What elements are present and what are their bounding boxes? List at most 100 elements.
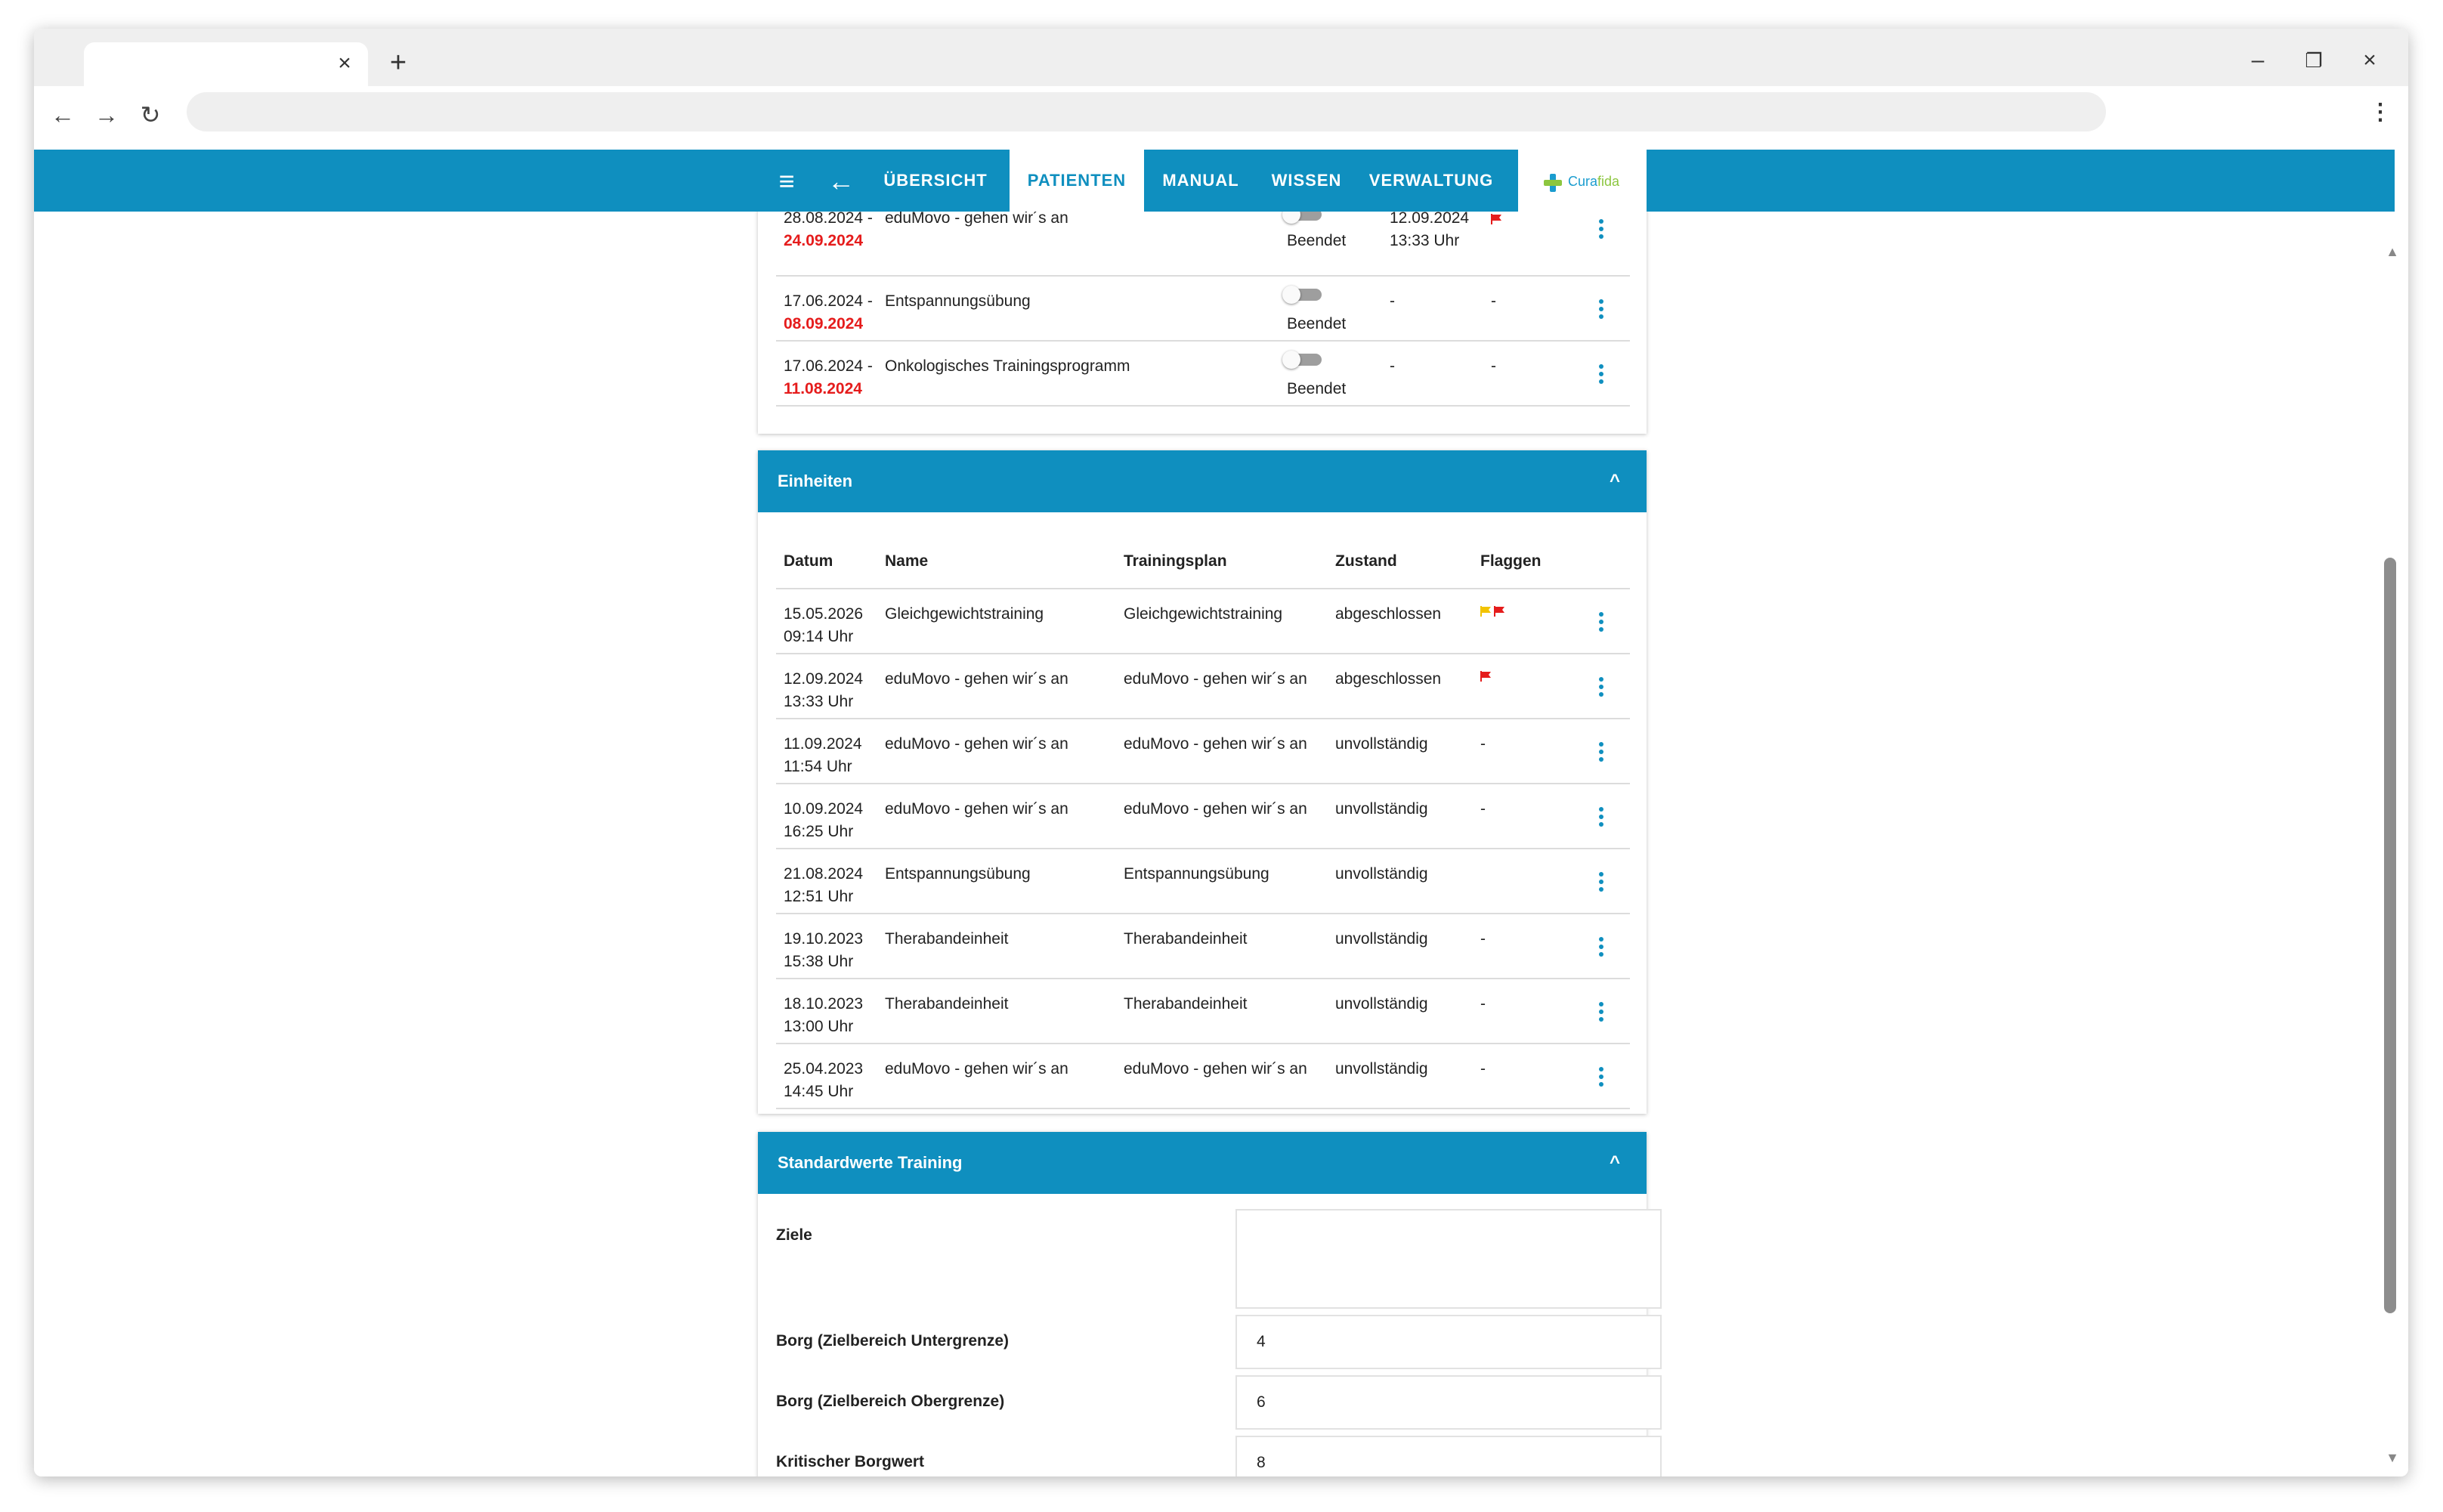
browser-menu-icon[interactable]: ⋮ (2369, 101, 2392, 124)
new-tab-icon[interactable]: + (382, 47, 415, 80)
row-more-icon[interactable] (1597, 872, 1606, 895)
borg-obergrenze-input[interactable]: 6 (1235, 1375, 1662, 1430)
collapse-chevron-icon[interactable]: ^ (1600, 1132, 1630, 1194)
program-active-toggle[interactable] (1282, 351, 1323, 369)
unit-name: eduMovo - gehen wir´s an (885, 1060, 1068, 1078)
program-status: Beendet (1287, 380, 1347, 397)
column-header-name[interactable]: Name (885, 550, 928, 573)
unit-datetime: 18.10.2023 13:00 Uhr (784, 993, 863, 1038)
table-row[interactable]: 21.08.2024 12:51 Uhr Entspannungsübung Ents… (776, 849, 1630, 914)
ziele-textarea[interactable] (1235, 1209, 1662, 1309)
curafida-logo[interactable]: Curafida (1518, 150, 1647, 212)
program-row: 28.08.2024 -24.09.2024 eduMovo - gehen w… (776, 206, 1630, 277)
unit-date: 12.09.2024 (784, 670, 864, 688)
yellow-flag-icon (1480, 606, 1492, 617)
unit-datetime: 25.04.2023 14:45 Uhr (784, 1058, 863, 1103)
table-row[interactable]: 15.05.2026 09:14 Uhr Gleichgewichtstrainin… (776, 589, 1630, 654)
unit-time: 09:14 Uhr (784, 628, 854, 645)
scroll-up-icon[interactable]: ▲ (2384, 243, 2401, 260)
table-row[interactable]: 19.10.2023 15:38 Uhr Therabandeinheit Thera… (776, 914, 1630, 979)
program-last-date: - (1390, 292, 1395, 310)
minimize-icon[interactable]: – (2239, 45, 2277, 76)
einheiten-card-header[interactable]: Einheiten ^ (758, 450, 1647, 512)
unit-name: eduMovo - gehen wir´s an (885, 670, 1068, 688)
table-row[interactable]: 18.10.2023 13:00 Uhr Therabandeinheit Thera… (776, 979, 1630, 1044)
scrollbar-thumb[interactable] (2384, 558, 2396, 1313)
row-more-icon[interactable] (1597, 1067, 1606, 1090)
row-more-icon[interactable] (1597, 612, 1606, 635)
program-start: 17.06.2024 - (784, 292, 873, 310)
program-last-time: 13:33 Uhr (1390, 232, 1460, 249)
nav-manual[interactable]: MANUAL (1144, 150, 1257, 212)
unit-name: Therabandeinheit (885, 995, 1009, 1013)
unit-name: eduMovo - gehen wir´s an (885, 735, 1068, 753)
unit-state: abgeschlossen (1335, 670, 1442, 688)
program-row: 17.06.2024 - 11.08.2024 Onkologisches Tra… (776, 342, 1630, 407)
window-close-icon[interactable]: × (2351, 45, 2389, 76)
program-last-date: 12.09.2024 (1390, 209, 1470, 227)
hamburger-menu-icon[interactable]: ≡ (770, 165, 803, 198)
unit-date: 10.09.2024 (784, 800, 864, 818)
program-active-toggle[interactable] (1282, 286, 1323, 304)
table-row[interactable]: 10.09.2024 16:25 Uhr eduMovo - gehen wir´s… (776, 784, 1630, 849)
unit-date: 25.04.2023 (784, 1060, 864, 1078)
nav-verwaltung[interactable]: VERWALTUNG (1359, 150, 1503, 212)
nav-uebersicht[interactable]: ÜBERSICHT (879, 150, 992, 212)
nav-wissen[interactable]: WISSEN (1261, 150, 1352, 212)
tab-close-icon[interactable]: × (332, 51, 357, 77)
row-more-icon[interactable] (1597, 807, 1606, 830)
unit-flags: - (1480, 1060, 1486, 1078)
scroll-down-icon[interactable]: ▼ (2384, 1449, 2401, 1466)
back-arrow-icon[interactable]: ← (824, 165, 858, 198)
column-header-trainingsplan[interactable]: Trainingsplan (1124, 550, 1227, 573)
unit-plan: Gleichgewichtstraining (1124, 605, 1283, 623)
column-header-zustand[interactable]: Zustand (1335, 550, 1397, 573)
table-row[interactable]: 11.09.2024 11:54 Uhr eduMovo - gehen wir´s… (776, 719, 1630, 784)
table-row[interactable]: 12.09.2024 13:33 Uhr eduMovo - gehen wir´s… (776, 654, 1630, 719)
restore-icon[interactable]: ❐ (2295, 45, 2333, 76)
red-flag-icon (1494, 606, 1506, 617)
unit-flags: - (1480, 930, 1486, 948)
program-flag-text: - (1491, 357, 1496, 375)
row-more-icon[interactable] (1597, 219, 1606, 242)
unit-date: 15.05.2026 (784, 605, 864, 623)
column-header-flaggen[interactable]: Flaggen (1480, 550, 1542, 573)
program-flag (1491, 209, 1503, 231)
unit-name: Gleichgewichtstraining (885, 605, 1044, 623)
program-row: 17.06.2024 - 08.09.2024 Entspannungsübung… (776, 277, 1630, 342)
unit-datetime: 10.09.2024 16:25 Uhr (784, 798, 863, 843)
unit-flags: - (1480, 735, 1486, 753)
row-more-icon[interactable] (1597, 364, 1606, 387)
row-more-icon[interactable] (1597, 937, 1606, 960)
row-more-icon[interactable] (1597, 1002, 1606, 1025)
unit-flags: - (1480, 995, 1486, 1013)
unit-state: unvollständig (1335, 930, 1428, 948)
table-row[interactable]: 25.04.2023 14:45 Uhr eduMovo - gehen wir´s… (776, 1044, 1630, 1109)
kritischer-borgwert-input[interactable]: 8 (1235, 1436, 1662, 1476)
kritischer-borgwert-label: Kritischer Borgwert (776, 1453, 925, 1470)
reload-icon[interactable]: ↻ (134, 98, 167, 131)
forward-icon[interactable]: → (90, 98, 123, 131)
collapse-chevron-icon[interactable]: ^ (1600, 450, 1630, 512)
column-header-datum[interactable]: Datum (784, 550, 833, 573)
browser-tab[interactable]: × (84, 42, 368, 86)
back-icon[interactable]: ← (46, 98, 79, 131)
unit-plan: eduMovo - gehen wir´s an (1124, 735, 1307, 753)
row-more-icon[interactable] (1597, 742, 1606, 765)
nav-patienten[interactable]: PATIENTEN (1010, 150, 1144, 212)
program-end: 11.08.2024 (784, 380, 862, 397)
standardwerte-card-header[interactable]: Standardwerte Training ^ (758, 1132, 1647, 1194)
row-more-icon[interactable] (1597, 677, 1606, 700)
unit-datetime: 12.09.2024 13:33 Uhr (784, 668, 863, 713)
unit-flags: - (1480, 800, 1486, 818)
unit-flags (1480, 600, 1508, 623)
program-end: 24.09.2024 (784, 232, 864, 249)
address-bar[interactable] (187, 92, 2106, 131)
row-more-icon[interactable] (1597, 299, 1606, 322)
borg-untergrenze-input[interactable]: 4 (1235, 1315, 1662, 1369)
unit-name: eduMovo - gehen wir´s an (885, 800, 1068, 818)
browser-window: × + – ❐ × ← → ↻ ⋮ ≡ ← ÜBERSICHT PATIENTE… (34, 29, 2408, 1476)
red-flag-icon (1491, 214, 1501, 224)
unit-plan: Therabandeinheit (1124, 930, 1248, 948)
unit-date: 19.10.2023 (784, 930, 864, 948)
